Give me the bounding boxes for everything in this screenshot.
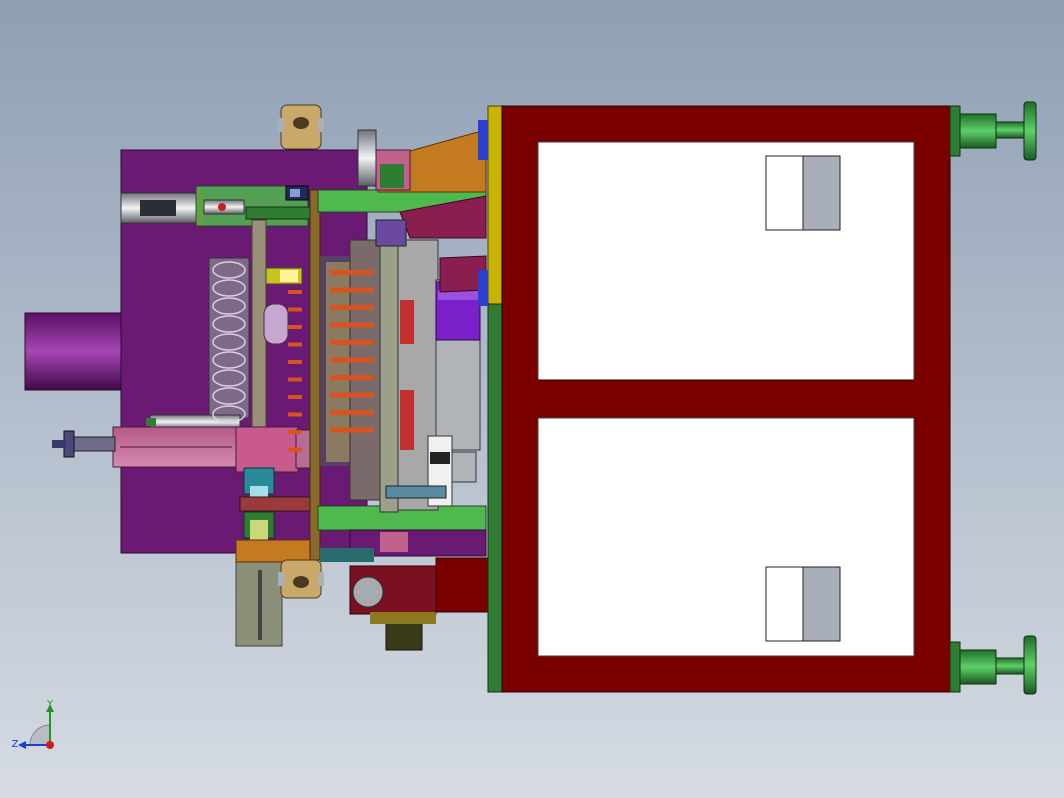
- copper-pin-short: [288, 412, 302, 417]
- copper-pin-short: [288, 377, 302, 382]
- top-actuator: [357, 129, 377, 187]
- copper-pin: [330, 287, 374, 293]
- coordinate-triad-icon: Y Z: [8, 698, 68, 758]
- copper-pin: [330, 410, 374, 415]
- cad-viewport[interactable]: Y Z: [0, 0, 1064, 798]
- copper-pin: [330, 305, 374, 310]
- copper-pin-short: [288, 290, 302, 294]
- assembly-drawing: [0, 0, 1064, 798]
- upper-window: [537, 141, 915, 381]
- copper-pin-short: [288, 395, 302, 399]
- copper-pin: [330, 427, 374, 433]
- injection-nozzle-cylinder: [24, 312, 122, 391]
- copper-pin-short: [288, 360, 302, 364]
- copper-pin-short: [288, 430, 302, 434]
- copper-pin: [330, 340, 374, 345]
- copper-pin: [330, 270, 374, 275]
- z-axis-label: Z: [12, 739, 19, 750]
- copper-pin-short: [288, 447, 302, 452]
- copper-pin: [330, 375, 374, 380]
- copper-pin: [330, 392, 374, 398]
- green-edge-strip: [487, 303, 503, 693]
- copper-pin: [330, 357, 374, 363]
- copper-pin-short: [288, 325, 302, 329]
- copper-pin: [330, 322, 374, 328]
- copper-pin-short: [288, 342, 302, 347]
- y-axis-label: Y: [46, 699, 54, 710]
- lower-window: [537, 417, 915, 657]
- yellow-edge-strip: [487, 105, 503, 305]
- copper-pin-short: [288, 307, 302, 312]
- ejector-rod: [69, 436, 116, 452]
